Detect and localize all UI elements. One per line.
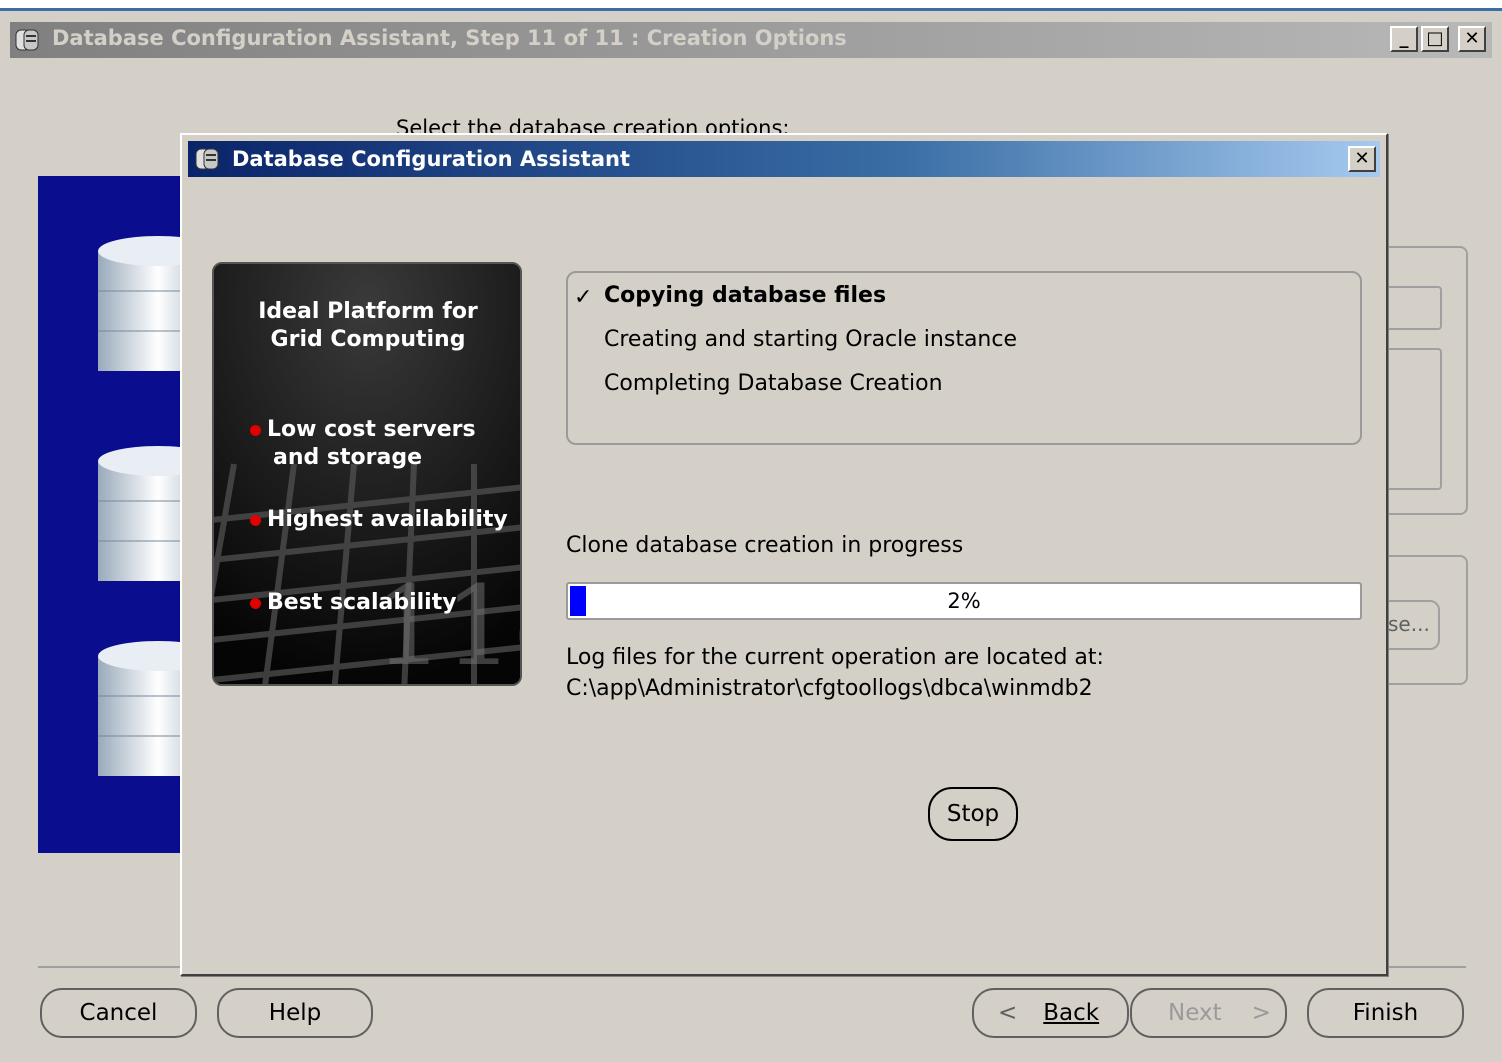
step-creating-instance: Creating and starting Oracle instance — [604, 327, 1017, 352]
back-button[interactable]: < Back — [972, 988, 1129, 1038]
next-button[interactable]: Next > — [1130, 988, 1287, 1038]
progress-status-label: Clone database creation in progress — [566, 533, 964, 558]
minimize-button[interactable]: _ — [1390, 26, 1418, 52]
checkmark-icon: ✓ — [574, 285, 593, 310]
wizard-side-image — [38, 176, 183, 853]
database-app-icon — [15, 29, 39, 51]
back-button-label: Back — [1043, 1000, 1100, 1026]
database-cylinder-icon — [98, 446, 183, 581]
step-copying-files: Copying database files — [604, 283, 887, 308]
stop-button[interactable]: Stop — [928, 787, 1018, 841]
promo-bullet-1-line1: Low cost servers — [267, 417, 476, 442]
database-cylinder-icon — [98, 641, 183, 776]
dialog-close-button[interactable]: ✕ — [1348, 146, 1376, 172]
dialog-title: Database Configuration Assistant — [232, 147, 631, 171]
oracle-11g-promo-image: 11g Ideal Platform for Grid Computing Lo… — [212, 262, 522, 686]
log-location-path: C:\app\Administrator\cfgtoollogs\dbca\wi… — [566, 676, 1093, 701]
steps-list: ✓ Copying database files Creating and st… — [566, 271, 1362, 445]
database-app-icon — [195, 148, 219, 170]
dialog-title-bar[interactable]: Database Configuration Assistant ✕ — [188, 141, 1380, 177]
progress-bar: 2% — [566, 582, 1362, 620]
browse-button-label: se... — [1388, 612, 1430, 636]
bullet-dot-icon — [250, 597, 261, 609]
log-location-label: Log files for the current operation are … — [566, 645, 1104, 670]
bullet-dot-icon — [250, 424, 261, 436]
progress-percent: 2% — [947, 589, 981, 613]
bullet-dot-icon — [250, 514, 261, 526]
cancel-button[interactable]: Cancel — [40, 988, 197, 1038]
database-cylinder-icon — [98, 236, 183, 371]
next-button-label: Next — [1168, 1000, 1222, 1026]
promo-logo: 11g — [374, 562, 520, 684]
chevron-left-icon: < — [998, 1000, 1018, 1026]
promo-heading-line2: Grid Computing — [270, 327, 466, 352]
top-accent — [0, 0, 1502, 11]
step-completing-creation: Completing Database Creation — [604, 371, 943, 396]
promo-heading-line1: Ideal Platform for — [258, 299, 478, 324]
promo-bullet-2: Highest availability — [267, 507, 508, 532]
outer-window-title: Database Configuration Assistant, Step 1… — [52, 26, 847, 50]
progress-dialog: Database Configuration Assistant ✕ 11g I… — [180, 133, 1388, 976]
chevron-right-icon: > — [1251, 1000, 1271, 1026]
promo-bullet-1-line2: and storage — [273, 445, 423, 470]
finish-button[interactable]: Finish — [1307, 988, 1464, 1038]
close-window-button[interactable]: ✕ — [1458, 26, 1486, 52]
help-button[interactable]: Help — [217, 988, 373, 1038]
maximize-button[interactable]: □ — [1421, 26, 1449, 52]
promo-bullet-3: Best scalability — [267, 590, 457, 615]
